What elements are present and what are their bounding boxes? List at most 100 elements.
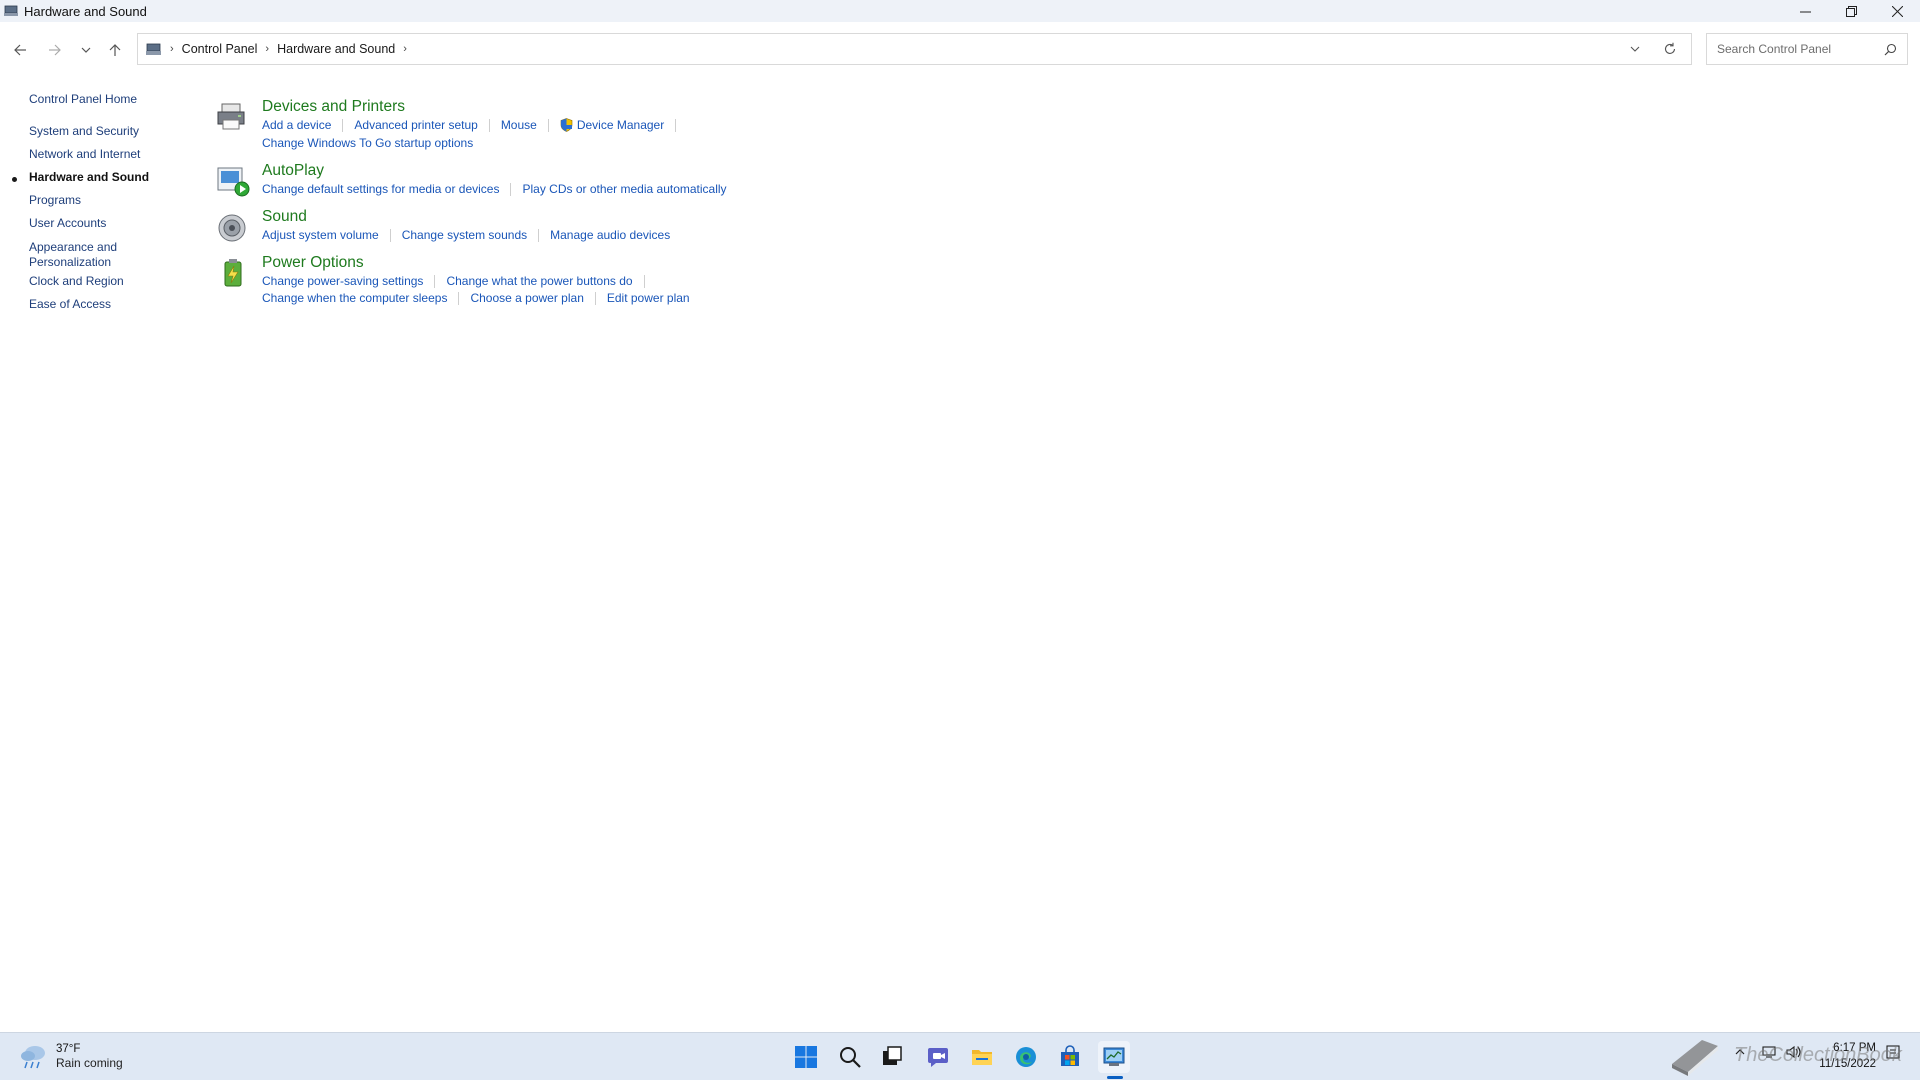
forward-button[interactable] [45, 40, 65, 60]
title-bar: Hardware and Sound [0, 0, 1920, 22]
link-separator [675, 118, 677, 132]
autoplay-heading[interactable]: AutoPlay [262, 162, 324, 180]
breadcrumb-hardware-and-sound[interactable]: Hardware and Sound [277, 42, 395, 56]
close-button[interactable] [1874, 0, 1920, 22]
nav-ease-of-access[interactable]: Ease of Access [29, 298, 111, 311]
active-app-indicator [1107, 1076, 1123, 1079]
breadcrumb-separator[interactable]: › [403, 43, 407, 55]
search-input[interactable] [1715, 41, 1879, 57]
speaker-icon [218, 214, 246, 242]
taskbar-search-button[interactable] [834, 1041, 866, 1073]
breadcrumb-separator[interactable]: › [265, 43, 269, 55]
minimize-button[interactable] [1782, 0, 1828, 22]
advanced-printer-setup-link[interactable]: Advanced printer setup [354, 118, 477, 132]
change-computer-sleeps-link[interactable]: Change when the computer sleeps [262, 291, 447, 305]
refresh-icon[interactable] [1663, 42, 1677, 56]
power-links-row: Change power-saving settings Change what… [262, 274, 656, 288]
close-icon [1891, 5, 1903, 17]
link-separator [458, 291, 460, 305]
control-panel-icon [4, 5, 18, 16]
task-view-button[interactable] [876, 1041, 908, 1073]
weather-widget[interactable]: 37°F Rain coming [18, 1042, 123, 1071]
weather-temperature: 37°F [56, 1043, 81, 1055]
link-separator [538, 228, 540, 242]
folder-icon [972, 1050, 992, 1065]
store-icon [1061, 1045, 1079, 1066]
change-power-saving-settings-link[interactable]: Change power-saving settings [262, 274, 423, 288]
sound-heading[interactable]: Sound [262, 208, 307, 226]
change-system-sounds-link[interactable]: Change system sounds [402, 228, 527, 242]
search-icon [840, 1047, 861, 1068]
recent-locations-button[interactable] [76, 40, 96, 60]
nav-hardware-and-sound: Hardware and Sound [29, 170, 150, 184]
arrow-up-icon [109, 44, 121, 56]
nav-network-and-internet[interactable]: Network and Internet [29, 148, 140, 161]
manage-audio-devices-link[interactable]: Manage audio devices [550, 228, 670, 242]
play-cds-automatically-link[interactable]: Play CDs or other media automatically [522, 182, 726, 196]
mouse-link[interactable]: Mouse [501, 118, 537, 132]
search-box[interactable] [1706, 33, 1908, 65]
arrow-right-icon [49, 44, 61, 56]
rain-cloud-icon [21, 1045, 45, 1068]
task-view-icon [883, 1046, 902, 1065]
current-page-bullet [12, 177, 17, 182]
breadcrumb-control-panel[interactable]: Control Panel [182, 42, 258, 56]
search-icon[interactable] [1884, 43, 1897, 56]
address-dropdown-icon[interactable] [1629, 43, 1641, 55]
book-watermark-icon [1672, 1040, 1718, 1076]
up-button[interactable] [105, 40, 125, 60]
devices-links-row: Add a device Advanced printer setup Mous… [262, 118, 687, 132]
choose-power-plan-link[interactable]: Choose a power plan [470, 291, 583, 305]
window-title: Hardware and Sound [24, 3, 147, 19]
nav-system-and-security[interactable]: System and Security [29, 125, 139, 138]
weather-condition: Rain coming [56, 1056, 123, 1070]
devices-and-printers-heading[interactable]: Devices and Printers [262, 98, 405, 116]
restore-button[interactable] [1828, 0, 1874, 22]
file-explorer-button[interactable] [966, 1041, 998, 1073]
minimize-icon [1799, 11, 1811, 12]
chevron-down-icon [81, 47, 91, 53]
adjust-system-volume-link[interactable]: Adjust system volume [262, 228, 379, 242]
power-links-row-2: Change when the computer sleeps Choose a… [262, 291, 690, 305]
link-separator [488, 118, 490, 132]
teams-chat-button[interactable] [922, 1041, 954, 1073]
watermark-text: TheCollectionBook [1734, 1044, 1902, 1066]
edge-icon [1016, 1047, 1036, 1067]
control-panel-icon [146, 43, 161, 55]
sound-links-row: Adjust system volume Change system sound… [262, 228, 670, 242]
nav-user-accounts[interactable]: User Accounts [29, 217, 106, 230]
link-separator [594, 291, 596, 305]
add-a-device-link[interactable]: Add a device [262, 118, 331, 132]
address-bar[interactable]: › Control Panel › Hardware and Sound › [137, 33, 1692, 65]
start-button[interactable] [790, 1041, 822, 1073]
microsoft-store-button[interactable] [1054, 1041, 1086, 1073]
link-separator [434, 274, 436, 288]
autoplay-icon [217, 167, 250, 197]
back-button[interactable] [10, 40, 30, 60]
chat-icon [928, 1048, 948, 1067]
link-separator [547, 118, 549, 132]
printer-icon [217, 103, 245, 130]
nav-appearance-and-personalization[interactable]: Appearance and Personalization [29, 240, 129, 270]
device-manager-link[interactable]: Device Manager [577, 118, 664, 132]
nav-clock-and-region[interactable]: Clock and Region [29, 275, 124, 288]
navigation-row: › Control Panel › Hardware and Sound › [0, 28, 1920, 72]
windows-to-go-startup-link[interactable]: Change Windows To Go startup options [262, 136, 473, 150]
nav-programs[interactable]: Programs [29, 194, 81, 207]
windows-logo-icon [795, 1046, 817, 1068]
control-panel-taskbar-button[interactable] [1098, 1041, 1130, 1073]
restore-icon [1845, 5, 1857, 17]
autoplay-links-row: Change default settings for media or dev… [262, 182, 727, 196]
edge-browser-button[interactable] [1010, 1041, 1042, 1073]
change-default-media-settings-link[interactable]: Change default settings for media or dev… [262, 182, 499, 196]
change-power-buttons-link[interactable]: Change what the power buttons do [446, 274, 632, 288]
link-separator [389, 228, 391, 242]
link-separator [643, 274, 645, 288]
arrow-left-icon [14, 44, 26, 56]
power-options-icon [224, 259, 242, 287]
nav-control-panel-home[interactable]: Control Panel Home [29, 93, 137, 106]
edit-power-plan-link[interactable]: Edit power plan [607, 291, 690, 305]
breadcrumb-separator[interactable]: › [170, 43, 174, 55]
power-options-heading[interactable]: Power Options [262, 254, 364, 272]
link-separator [510, 182, 512, 196]
